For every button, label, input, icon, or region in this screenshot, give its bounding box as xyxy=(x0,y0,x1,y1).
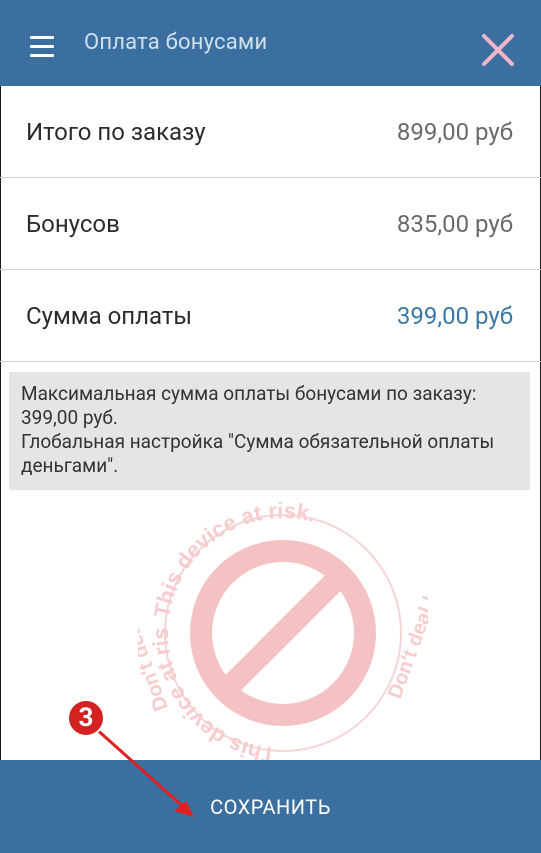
app-bar: Оплата бонусами xyxy=(0,0,541,86)
note-line-2: Глобальная настройка "Сумма обязательной… xyxy=(21,430,495,477)
hamburger-menu-icon[interactable] xyxy=(26,30,58,60)
note-line-1: Максимальная сумма оплаты бонусами по за… xyxy=(21,382,477,429)
close-icon[interactable] xyxy=(478,30,518,70)
step-badge: 3 xyxy=(67,699,105,737)
bottom-bar: СОХРАНИТЬ xyxy=(0,760,541,853)
page-title: Оплата бонусами xyxy=(84,30,268,55)
bonuses-value: 835,00 руб xyxy=(396,210,513,238)
row-bonuses: Бонусов 835,00 руб xyxy=(0,178,541,270)
order-total-label: Итого по заказу xyxy=(26,118,206,146)
payment-amount-value[interactable]: 399,00 руб xyxy=(397,302,513,330)
save-button[interactable]: СОХРАНИТЬ xyxy=(0,760,541,853)
info-note: Максимальная сумма оплаты бонусами по за… xyxy=(9,372,530,490)
row-payment-amount: Сумма оплаты 399,00 руб xyxy=(0,270,541,362)
row-order-total: Итого по заказу 899,00 руб xyxy=(0,86,541,178)
order-total-value: 899,00 руб xyxy=(396,118,513,146)
payment-amount-label: Сумма оплаты xyxy=(26,302,193,330)
save-button-label: СОХРАНИТЬ xyxy=(210,794,331,819)
bonuses-label: Бонусов xyxy=(26,210,120,238)
